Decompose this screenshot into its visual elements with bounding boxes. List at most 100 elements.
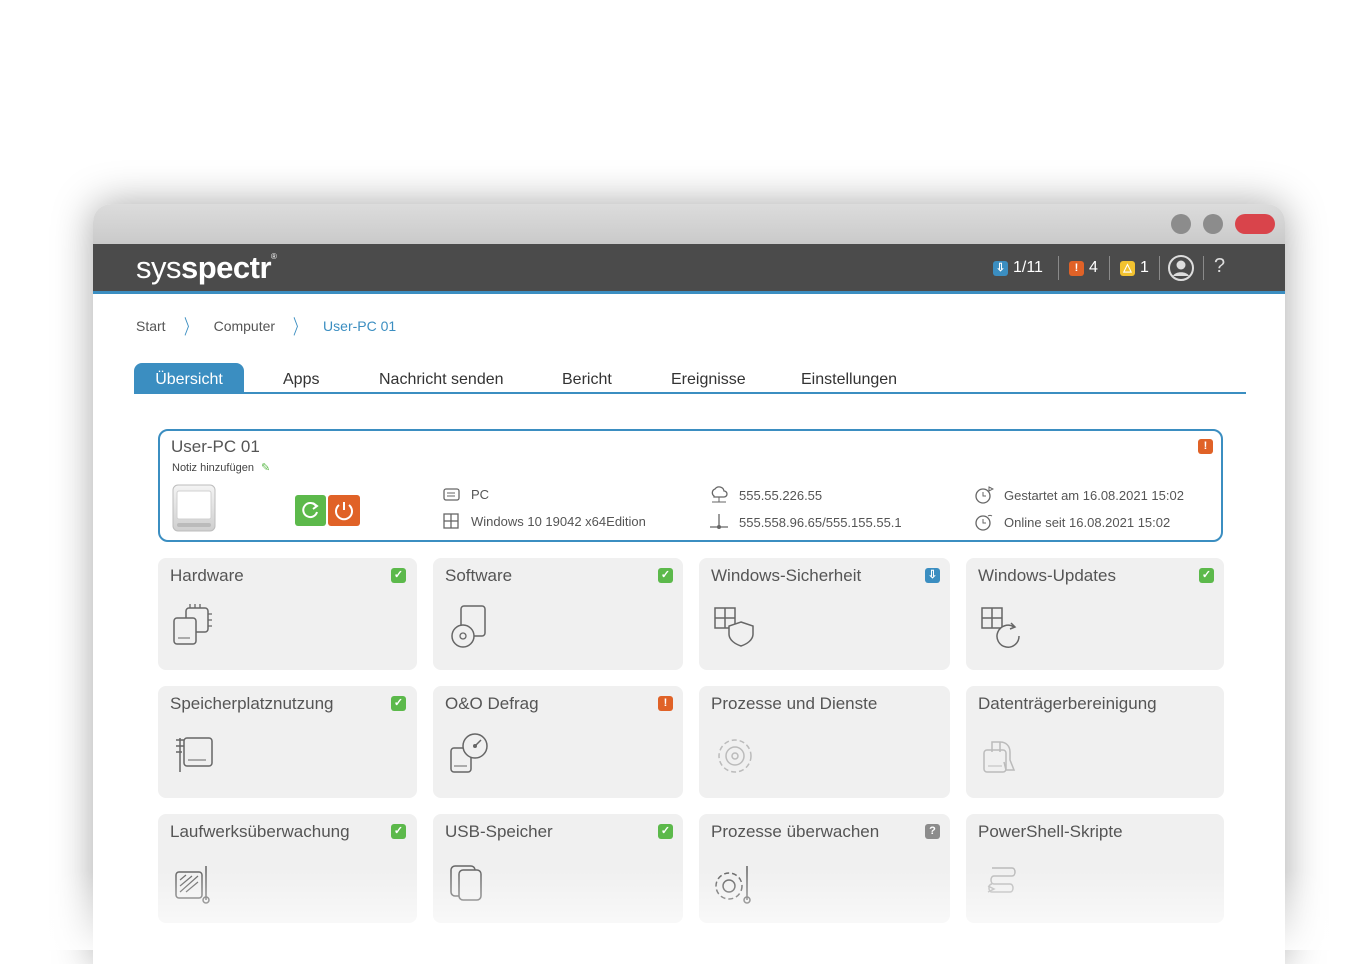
updates-status[interactable]: ⇩ 1/11 xyxy=(993,256,1043,280)
tile-hardware[interactable]: Hardware ✓ xyxy=(158,558,417,670)
warnings-status[interactable]: △ 1 xyxy=(1120,256,1149,280)
user-avatar-icon[interactable] xyxy=(1168,255,1194,281)
errors-count: 4 xyxy=(1089,259,1098,276)
status-ok-icon: ✓ xyxy=(391,696,406,711)
warnings-count: 1 xyxy=(1140,259,1149,276)
logo[interactable]: sysspectr® xyxy=(136,250,277,286)
tile-windows-updates[interactable]: Windows-Updates ✓ xyxy=(966,558,1224,670)
close-button[interactable] xyxy=(1235,214,1275,234)
window-titlebar xyxy=(93,204,1285,244)
status-ok-icon: ✓ xyxy=(391,824,406,839)
tile-title: PowerShell-Skripte xyxy=(978,822,1123,841)
tile-title: Hardware xyxy=(170,566,244,585)
device-type-label: PC xyxy=(471,486,490,502)
tab-events[interactable]: Ereignisse xyxy=(671,363,746,392)
divider xyxy=(1109,256,1110,280)
status-error-icon: ! xyxy=(658,696,673,711)
drive-monitoring-icon xyxy=(175,866,210,904)
pc-device-icon xyxy=(172,484,216,532)
update-icon: ⇩ xyxy=(993,260,1008,276)
tile-windows-security[interactable]: Windows-Sicherheit ⇩ xyxy=(699,558,950,670)
errors-status[interactable]: ! 4 xyxy=(1069,256,1098,280)
online-time: Online seit 16.08.2021 15:02 xyxy=(975,513,1170,531)
tile-software[interactable]: Software ✓ xyxy=(433,558,683,670)
device-overview-card: User-PC 01 Notiz hinzufügen ✎ ! PC Windo… xyxy=(158,429,1223,542)
power-icon xyxy=(335,502,353,521)
maximize-button[interactable] xyxy=(1203,214,1223,234)
tile-title: USB-Speicher xyxy=(445,822,553,841)
tile-title: Software xyxy=(445,566,513,585)
tile-process-monitoring[interactable]: Prozesse überwachen ? xyxy=(699,814,950,923)
tile-usb-storage[interactable]: USB-Speicher ✓ xyxy=(433,814,683,923)
tile-defrag[interactable]: O&O Defrag ! xyxy=(433,686,683,798)
clock-start-icon xyxy=(975,486,994,504)
software-icon xyxy=(451,605,486,648)
status-unknown-icon: ? xyxy=(925,824,940,839)
local-ip: 555.558.96.65/555.155.55.1 xyxy=(709,513,902,531)
usb-storage-icon xyxy=(450,865,482,901)
tile-drive-monitoring[interactable]: Laufwerksüberwachung ✓ xyxy=(158,814,417,923)
tile-title: Prozesse und Dienste xyxy=(711,694,878,713)
local-ip-label: 555.558.96.65/555.155.55.1 xyxy=(739,514,902,530)
clock-online-icon xyxy=(975,514,993,531)
disk-cleanup-icon xyxy=(983,741,1016,773)
hardware-icon xyxy=(173,604,212,645)
breadcrumb-current: User-PC 01 xyxy=(323,317,397,334)
status-info-icon: ⇩ xyxy=(925,568,940,583)
defrag-icon xyxy=(450,733,488,773)
minimize-button[interactable] xyxy=(1171,214,1191,234)
cloud-network-icon xyxy=(711,486,728,503)
processes-icon xyxy=(718,739,752,773)
tab-apps[interactable]: Apps xyxy=(283,363,319,392)
breadcrumb: Start 〉 Computer 〉 User-PC 01 xyxy=(136,311,396,340)
network-icon xyxy=(710,514,728,529)
device-os-label: Windows 10 19042 x64Edition xyxy=(471,513,646,529)
tile-powershell-scripts[interactable]: PowerShell-Skripte xyxy=(966,814,1224,923)
breadcrumb-computer[interactable]: Computer xyxy=(214,318,275,334)
tab-settings[interactable]: Einstellungen xyxy=(801,363,897,392)
status-ok-icon: ✓ xyxy=(658,824,673,839)
help-icon[interactable]: ? xyxy=(1214,255,1225,278)
tile-title: Datenträgerbereinigung xyxy=(978,694,1157,713)
restart-button[interactable] xyxy=(295,495,326,526)
chevron-right-icon: 〉 xyxy=(293,317,306,339)
breadcrumb-start[interactable]: Start xyxy=(136,318,166,334)
divider xyxy=(1159,256,1160,280)
status-ok-icon: ✓ xyxy=(391,568,406,583)
started-label: Gestartet am 16.08.2021 15:02 xyxy=(1004,487,1184,503)
divider xyxy=(1058,256,1059,280)
shutdown-button[interactable] xyxy=(328,495,360,526)
tile-storage-usage[interactable]: Speicherplatznutzung ✓ xyxy=(158,686,417,798)
windows-security-icon xyxy=(714,607,754,647)
online-label: Online seit 16.08.2021 15:02 xyxy=(1004,514,1171,530)
windows-icon xyxy=(443,513,459,529)
add-note-link[interactable]: Notiz hinzufügen ✎ xyxy=(172,461,270,474)
tab-report[interactable]: Bericht xyxy=(562,363,612,392)
app-window: sysspectr® ⇩ 1/11 ! 4 △ 1 ? Start 〉 Comp… xyxy=(93,204,1285,964)
windows-updates-icon xyxy=(981,607,1020,648)
pencil-icon: ✎ xyxy=(261,462,271,474)
device-error-badge[interactable]: ! xyxy=(1198,439,1213,454)
tile-processes-services[interactable]: Prozesse und Dienste xyxy=(699,686,950,798)
device-name: User-PC 01 xyxy=(171,437,260,456)
status-ok-icon: ✓ xyxy=(1199,568,1214,583)
error-icon: ! xyxy=(1069,260,1084,276)
tab-overview[interactable]: Übersicht xyxy=(134,363,244,392)
process-monitor-icon xyxy=(715,866,751,904)
started-time: Gestartet am 16.08.2021 15:02 xyxy=(975,486,1184,504)
device-type-icon xyxy=(443,488,460,501)
tile-title: Windows-Sicherheit xyxy=(711,566,862,585)
tile-disk-cleanup[interactable]: Datenträgerbereinigung xyxy=(966,686,1224,798)
device-os: Windows 10 19042 x64Edition xyxy=(443,513,646,529)
refresh-icon xyxy=(302,502,319,519)
tile-title: Windows-Updates xyxy=(978,566,1116,585)
status-ok-icon: ✓ xyxy=(658,568,673,583)
tile-title: Laufwerksüberwachung xyxy=(170,822,350,841)
divider xyxy=(1203,256,1204,280)
warning-icon: △ xyxy=(1120,260,1135,276)
tile-title: Prozesse überwachen xyxy=(711,822,880,841)
add-note-label: Notiz hinzufügen xyxy=(172,462,254,474)
updates-count: 1/11 xyxy=(1013,259,1043,276)
chevron-right-icon: 〉 xyxy=(183,317,196,339)
tab-send-message[interactable]: Nachricht senden xyxy=(379,363,504,392)
